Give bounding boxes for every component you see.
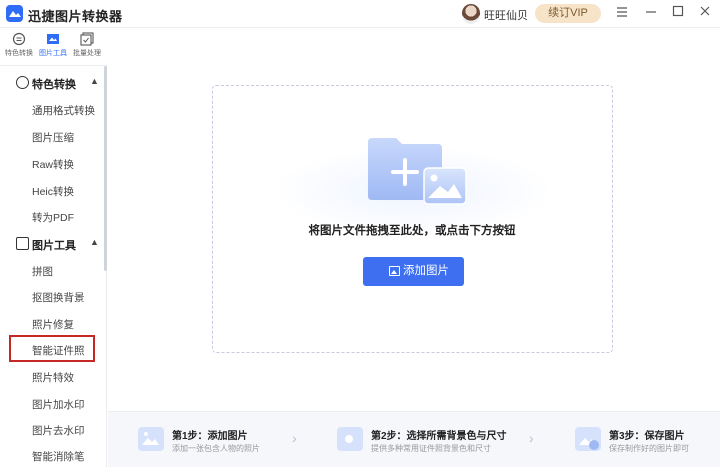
add-image-label: 添加图片	[403, 265, 449, 277]
add-folder-icon	[368, 138, 467, 205]
step-desc: 添加一张包含人物的照片	[172, 444, 260, 453]
batch-icon	[80, 32, 94, 46]
image-tool-icon	[47, 34, 59, 44]
image-tool-icon	[16, 237, 29, 250]
sidebar-scrollbar[interactable]	[104, 66, 107, 271]
step-title: 第3步：保存图片	[609, 431, 685, 442]
image-icon	[389, 266, 400, 276]
convert-circle-icon	[16, 76, 29, 89]
user-avatar[interactable]	[462, 4, 480, 24]
selected-item-highlight	[9, 335, 95, 362]
add-image-button[interactable]: 添加图片	[363, 257, 464, 286]
group-label: 特色转换	[32, 79, 76, 91]
settings-step-icon	[337, 427, 363, 451]
mode-label: 批量处理	[73, 50, 101, 57]
mode-feature-convert[interactable]: 特色转换	[2, 32, 36, 64]
sidebar-group-feature-convert[interactable]: 特色转换 ▲	[0, 70, 104, 96]
mode-batch-process[interactable]: 批量处理	[70, 32, 104, 64]
app-title: 迅捷图片转换器	[28, 9, 123, 24]
mode-label: 图片工具	[39, 50, 67, 57]
mode-label: 特色转换	[5, 50, 33, 57]
sidebar-item-photo-effects[interactable]: 照片特效	[32, 370, 74, 385]
add-image-step-icon	[138, 427, 164, 451]
mode-bar: 特色转换 图片工具 批量处理	[0, 29, 107, 66]
sidebar-item-raw[interactable]: Raw转换	[32, 157, 74, 172]
sidebar-item-format-convert[interactable]: 通用格式转换	[32, 103, 95, 118]
steps-bar: 第1步：添加图片 添加一张包含人物的照片 › 第2步：选择所需背景色与尺寸 提供…	[108, 411, 720, 467]
step-title: 第2步：选择所需背景色与尺寸	[371, 431, 507, 442]
sidebar-group-image-tools[interactable]: 图片工具 ▲	[0, 231, 104, 257]
sidebar-item-photo-repair[interactable]: 照片修复	[32, 317, 74, 332]
username[interactable]: 旺旺仙贝	[484, 7, 528, 23]
drop-instruction: 将图片文件拖拽至此处，或点击下方按钮	[308, 225, 516, 237]
main-panel: 将图片文件拖拽至此处，或点击下方按钮 添加图片	[108, 29, 720, 411]
group-label: 图片工具	[32, 240, 76, 252]
title-bar: 迅捷图片转换器 旺旺仙贝 续订VIP	[0, 0, 720, 28]
close-icon[interactable]	[696, 4, 714, 22]
sidebar-item-smart-eraser[interactable]: 智能消除笔	[32, 449, 85, 464]
convert-icon	[12, 32, 26, 46]
chevron-up-icon: ▲	[90, 237, 99, 247]
sidebar-item-heic[interactable]: Heic转换	[32, 184, 74, 199]
sidebar: 特色转换 ▲ 通用格式转换 图片压缩 Raw转换 Heic转换 转为PDF 图片…	[0, 66, 107, 467]
drop-zone[interactable]: 将图片文件拖拽至此处，或点击下方按钮 添加图片	[212, 85, 613, 353]
sidebar-item-remove-watermark[interactable]: 图片去水印	[32, 423, 85, 438]
sidebar-item-collage[interactable]: 拼图	[32, 264, 53, 279]
renew-vip-button[interactable]: 续订VIP	[535, 4, 601, 23]
chevron-right-icon: ›	[529, 430, 534, 446]
chevron-right-icon: ›	[292, 430, 297, 446]
step-title: 第1步：添加图片	[172, 431, 248, 442]
step-desc: 保存制作好的图片即可	[609, 444, 689, 453]
save-image-step-icon	[575, 427, 601, 451]
sidebar-item-compress[interactable]: 图片压缩	[32, 130, 74, 145]
step-desc: 提供多种常用证件照背景色和尺寸	[371, 444, 491, 453]
mode-image-tools[interactable]: 图片工具	[36, 32, 70, 64]
sidebar-item-add-watermark[interactable]: 图片加水印	[32, 397, 85, 412]
maximize-icon[interactable]	[669, 4, 687, 22]
minimize-icon[interactable]	[642, 4, 660, 22]
menu-icon[interactable]	[613, 4, 631, 22]
sidebar-item-to-pdf[interactable]: 转为PDF	[32, 210, 74, 225]
app-logo-icon	[6, 5, 23, 22]
sidebar-item-cutout[interactable]: 抠图换背景	[32, 290, 85, 305]
chevron-up-icon: ▲	[90, 76, 99, 86]
